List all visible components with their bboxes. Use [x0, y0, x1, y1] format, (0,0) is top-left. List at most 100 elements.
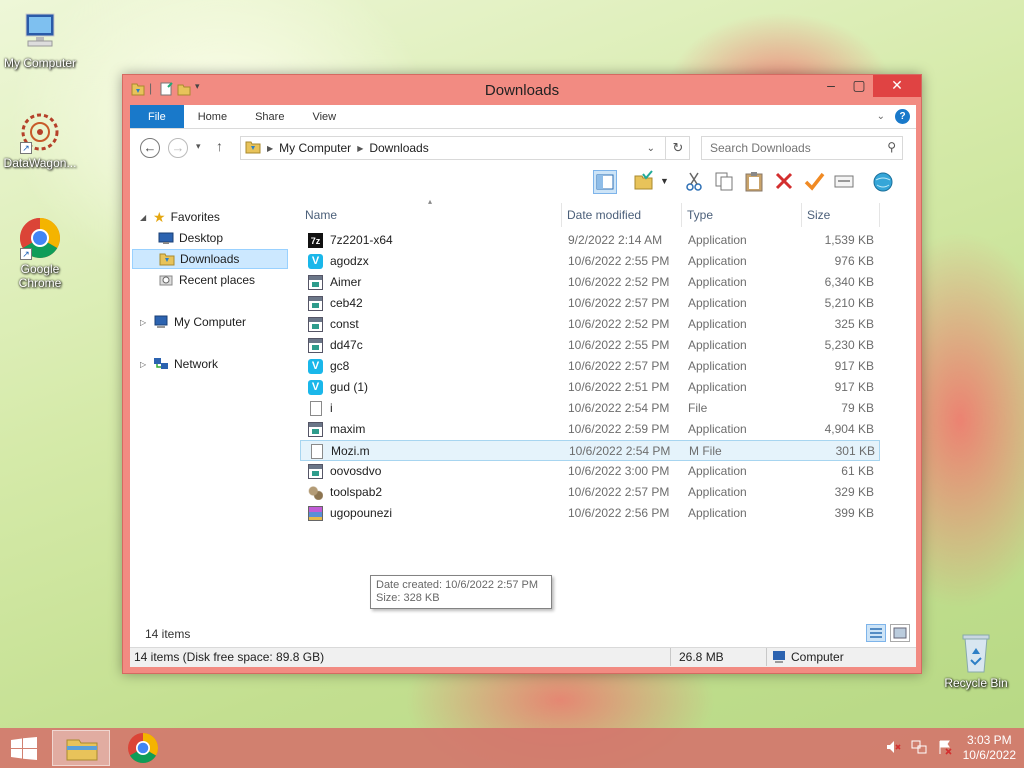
cut-icon[interactable] [683, 170, 707, 194]
clock[interactable]: 3:03 PM 10/6/2022 [963, 733, 1016, 763]
search-input[interactable] [702, 137, 872, 159]
cell-name: maxim [330, 422, 366, 436]
table-row[interactable]: toolspab2 10/6/2022 2:57 PM Application 329… [300, 482, 880, 503]
taskbar-file-explorer[interactable] [52, 730, 110, 766]
select-folder-icon[interactable] [633, 170, 657, 194]
cell-size: 301 KB [835, 444, 875, 458]
minimize-button[interactable]: – [817, 75, 845, 97]
nav-network[interactable]: ▷ Network [140, 354, 290, 374]
nav-favorites[interactable]: ◢ ★ Favorites [140, 207, 290, 227]
table-row[interactable]: i 10/6/2022 2:54 PM File 79 KB [300, 398, 880, 419]
table-row[interactable]: Vgud (1) 10/6/2022 2:51 PM Application 917 … [300, 377, 880, 398]
refresh-button[interactable]: ↻ [665, 136, 690, 160]
expand-arrow-icon[interactable]: ▷ [140, 360, 148, 369]
status-bar: 14 items (Disk free space: 89.8 GB) 26.8… [130, 647, 916, 667]
table-row[interactable]: dd47c 10/6/2022 2:55 PM Application 5,230 K… [300, 335, 880, 356]
computer-icon [18, 10, 62, 54]
table-row[interactable]: Aimer 10/6/2022 2:52 PM Application 6,340 K… [300, 272, 880, 293]
table-row[interactable]: const 10/6/2022 2:52 PM Application 325 KB [300, 314, 880, 335]
properties-icon[interactable] [833, 170, 857, 194]
desktop-icon-google-chrome[interactable]: ↗ Google Chrome [0, 216, 80, 290]
cell-name: 7z2201-x64 [330, 233, 393, 247]
copy-icon[interactable] [713, 170, 737, 194]
chevron-down-icon[interactable]: ⌄ [641, 143, 661, 154]
total-size-status: 26.8 MB [670, 648, 762, 666]
tab-home[interactable]: Home [184, 105, 241, 128]
tab-file[interactable]: File [130, 105, 184, 128]
cell-size: 79 KB [841, 401, 874, 415]
cell-date: 10/6/2022 2:57 PM [568, 296, 670, 310]
cell-name: const [330, 317, 359, 331]
delete-icon[interactable] [773, 170, 797, 194]
title-bar[interactable]: | ▾ Downloads – ▢ ✕ [123, 75, 921, 105]
speaker-muted-icon[interactable] [885, 739, 901, 758]
column-header-type[interactable]: Type [682, 203, 802, 227]
v-icon: V [308, 380, 323, 395]
large-icons-view-button[interactable] [890, 624, 910, 642]
table-row[interactable]: Vagodzx 10/6/2022 2:55 PM Application 976 K… [300, 251, 880, 272]
cell-type: Application [688, 338, 747, 352]
tooltip-size: Size: 328 KB [376, 592, 440, 604]
table-row[interactable]: ugopounezi 10/6/2022 2:56 PM Application 39… [300, 503, 880, 524]
column-header-name[interactable]: Name [300, 203, 562, 227]
cell-name: ceb42 [330, 296, 363, 310]
table-row[interactable]: Mozi.m 10/6/2022 2:54 PM M File 301 KB [300, 440, 880, 461]
desktop-icon-label: Recycle Bin [944, 676, 1008, 690]
content-area: ◢ ★ Favorites Desktop Downloads Recent p… [130, 197, 916, 647]
cell-date: 10/6/2022 3:00 PM [568, 464, 670, 478]
cell-date: 10/6/2022 2:52 PM [568, 275, 670, 289]
recent-locations-icon[interactable]: ▾ [196, 141, 201, 152]
explorer-window[interactable]: | ▾ Downloads – ▢ ✕ File Home Share View… [122, 74, 922, 674]
desktop-icon-my-computer[interactable]: My Computer [0, 10, 80, 70]
nav-downloads[interactable]: Downloads [132, 249, 288, 269]
nav-my-computer[interactable]: ▷ My Computer [140, 312, 290, 332]
app-icon [308, 296, 323, 311]
cell-type: Application [688, 464, 747, 478]
7z-icon: 7z [308, 233, 323, 248]
table-row[interactable]: maxim 10/6/2022 2:59 PM Application 4,904 K… [300, 419, 880, 440]
tooltip-date-created: Date created: 10/6/2022 2:57 PM [376, 579, 539, 591]
column-header-date[interactable]: Date modified [562, 203, 682, 227]
breadcrumb-my-computer[interactable]: My Computer [273, 141, 357, 155]
table-row[interactable]: 7z 7z2201-x64 9/2/2022 2:14 AM Application 1… [300, 230, 880, 251]
action-center-flag-icon[interactable] [937, 739, 953, 758]
desktop-icon-recycle-bin[interactable]: Recycle Bin [936, 630, 1016, 690]
search-box[interactable]: ⚲ [701, 136, 903, 160]
rename-check-icon[interactable] [803, 170, 827, 194]
column-header-size[interactable]: Size [802, 203, 880, 227]
nav-recent-places[interactable]: Recent places [158, 270, 288, 290]
chevron-down-icon[interactable]: ▼ [660, 176, 669, 186]
tab-share[interactable]: Share [241, 105, 298, 128]
table-row[interactable]: Vgc8 10/6/2022 2:57 PM Application 917 KB [300, 356, 880, 377]
address-field[interactable]: ▶ My Computer ▶ Downloads ⌄ [240, 136, 690, 160]
forward-button[interactable]: → [168, 138, 188, 158]
cell-size: 325 KB [834, 317, 874, 331]
maximize-button[interactable]: ▢ [845, 75, 873, 97]
help-icon[interactable]: ? [895, 109, 910, 124]
file-list: ▴ Name Date modified Type Size 7z 7z2201-… [300, 197, 916, 617]
cell-name: agodzx [330, 254, 369, 268]
table-row[interactable]: oovosdvo 10/6/2022 3:00 PM Application 61 K… [300, 461, 880, 482]
taskbar-chrome[interactable] [114, 730, 172, 766]
details-view-button[interactable] [866, 624, 886, 642]
expand-arrow-icon[interactable]: ◢ [140, 213, 148, 222]
desktop-icon-datawagon[interactable]: ↗ DataWagon... [0, 110, 80, 170]
table-row[interactable]: ceb42 10/6/2022 2:57 PM Application 5,210 K… [300, 293, 880, 314]
desktop-icon [158, 231, 174, 245]
expand-arrow-icon[interactable]: ▷ [140, 318, 148, 327]
nav-desktop[interactable]: Desktop [158, 228, 288, 248]
start-button[interactable] [10, 737, 38, 761]
globe-icon[interactable] [872, 170, 896, 194]
up-button[interactable]: ↑ [216, 138, 223, 154]
breadcrumb-downloads[interactable]: Downloads [363, 141, 434, 155]
expand-ribbon-icon[interactable]: ⌄ [877, 111, 885, 122]
location-label: Computer [791, 650, 844, 664]
paste-icon[interactable] [743, 170, 767, 194]
back-button[interactable]: ← [140, 138, 160, 158]
close-button[interactable]: ✕ [873, 75, 921, 97]
cell-name: oovosdvo [330, 464, 382, 478]
search-icon[interactable]: ⚲ [887, 140, 896, 154]
preview-pane-button[interactable] [593, 170, 617, 194]
network-status-icon[interactable] [911, 739, 927, 758]
tab-view[interactable]: View [298, 105, 350, 128]
